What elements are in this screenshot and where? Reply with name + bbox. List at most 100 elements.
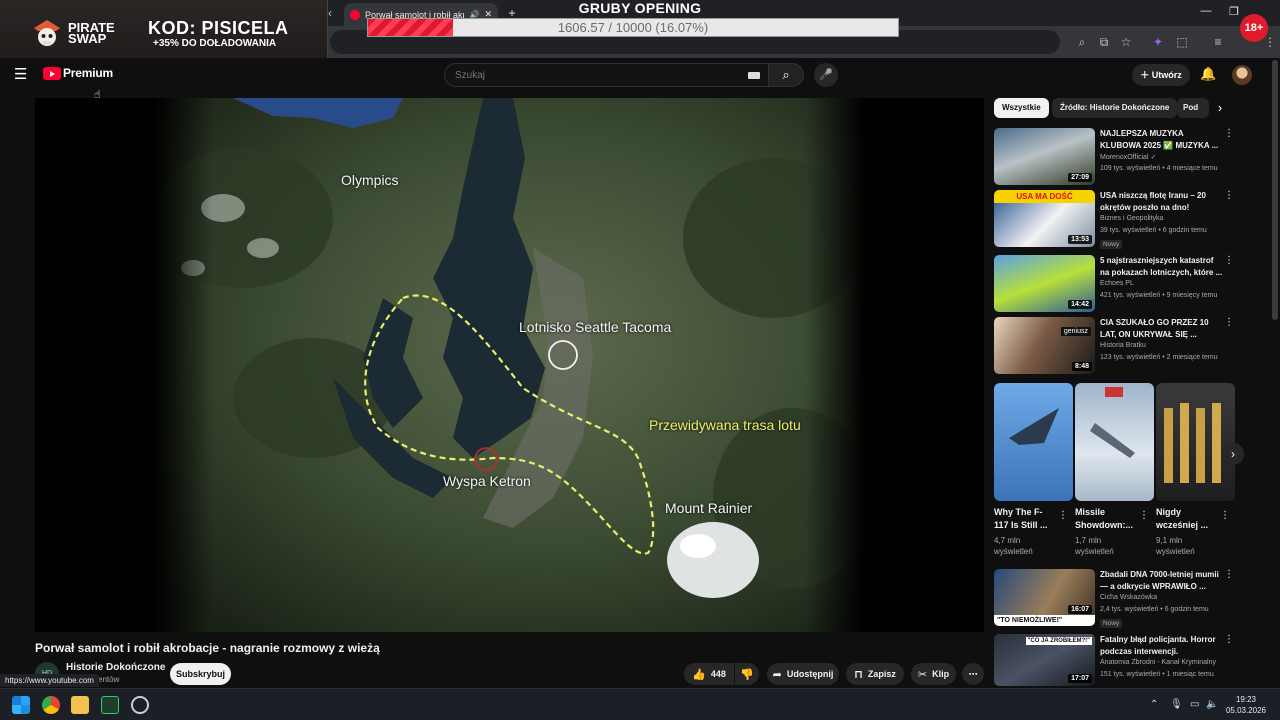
recommendation-channel[interactable]: Echoes PL bbox=[1100, 280, 1134, 287]
restore-icon[interactable]: ❐ bbox=[1226, 5, 1242, 18]
recommendation-channel[interactable]: Anatomia Zbrodni - Kanał Kryminalny bbox=[1100, 659, 1216, 666]
kebab-menu-icon[interactable]: ⋮ bbox=[1224, 317, 1234, 328]
recommendation-channel[interactable]: Cicha Wskazówka bbox=[1100, 594, 1157, 601]
subscribe-button[interactable]: Subskrybuj bbox=[170, 663, 231, 685]
zoom-icon[interactable]: ⌕ bbox=[1074, 34, 1090, 50]
cartridges-image bbox=[1164, 403, 1221, 483]
map-label-route: Przewidywana trasa lotu bbox=[649, 417, 801, 433]
windows-start-icon[interactable] bbox=[12, 696, 30, 714]
youtube-premium-label[interactable]: Premium bbox=[63, 66, 113, 80]
user-avatar[interactable] bbox=[1232, 65, 1252, 85]
like-button[interactable]: 👍 448 bbox=[684, 663, 734, 685]
recommendation-thumbnail[interactable]: 27:09 bbox=[994, 128, 1095, 185]
chevron-right-icon[interactable]: › bbox=[1212, 100, 1228, 116]
clip-button[interactable]: ✂ Klip bbox=[911, 663, 956, 685]
chrome-taskbar-icon[interactable] bbox=[42, 696, 60, 714]
channel-name[interactable]: Historie Dokończone bbox=[66, 662, 165, 673]
volume-tray-icon[interactable]: 🔈 bbox=[1206, 699, 1218, 710]
microphone-icon[interactable]: 🎤 bbox=[814, 63, 838, 87]
youtube-logo-icon[interactable] bbox=[43, 67, 61, 80]
create-button[interactable]: ＋ Utwórz bbox=[1132, 64, 1190, 86]
recommendation-thumbnail[interactable]: 14:42 bbox=[994, 255, 1095, 312]
short-title[interactable]: Nigdy wcześniej ... bbox=[1156, 506, 1218, 532]
recommendation-channel[interactable]: Historia Bratku bbox=[1100, 342, 1146, 349]
share-button[interactable]: ➦ Udostępnij bbox=[767, 663, 839, 685]
recommendation-title[interactable]: CIA SZUKAŁO GO PRZEZ 10 LAT, ON UKRYWAŁ … bbox=[1100, 317, 1224, 340]
save-button[interactable]: ⊓ Zapisz bbox=[846, 663, 904, 685]
recommendation-channel[interactable]: MorenoxOfficial ✓ bbox=[1100, 153, 1156, 161]
puzzle-icon[interactable]: ⬚ bbox=[1174, 34, 1190, 50]
kebab-menu-icon[interactable]: ⋮ bbox=[1058, 510, 1068, 521]
recommendation-meta: 421 tys. wyświetleń • 9 miesięcy temu bbox=[1100, 292, 1218, 299]
short-thumbnail[interactable] bbox=[1156, 383, 1235, 501]
recommendation-thumbnail[interactable]: USA MA DOŚĆ 13:53 bbox=[994, 190, 1095, 247]
taskbar-clock[interactable]: 19:23 05.03.2026 bbox=[1222, 694, 1270, 716]
stream-progress-text: 1606.57 / 10000 (16.07%) bbox=[557, 20, 709, 35]
minimize-icon[interactable]: — bbox=[1198, 5, 1214, 17]
video-duration: 17:07 bbox=[1068, 674, 1092, 683]
terminal-taskbar-icon[interactable] bbox=[101, 696, 119, 714]
video-player[interactable]: Olympics Lotnisko Seattle Tacoma Przewid… bbox=[35, 98, 984, 632]
search-input[interactable] bbox=[455, 64, 735, 86]
mic-tray-icon[interactable]: 🎙 bbox=[1170, 699, 1183, 710]
shorts-next-arrow-icon[interactable]: › bbox=[1222, 443, 1244, 465]
recommendation-title[interactable]: Fatalny błąd policjanta. Horror podczas … bbox=[1100, 634, 1224, 657]
notifications-bell-icon[interactable]: 🔔 bbox=[1200, 66, 1216, 82]
media-control-icon[interactable]: ≡ bbox=[1210, 34, 1226, 50]
keyboard-icon[interactable] bbox=[748, 72, 760, 79]
cast-icon[interactable]: ⧉ bbox=[1096, 34, 1112, 50]
bookmark-star-icon[interactable]: ☆ bbox=[1118, 34, 1134, 50]
recommendation-item[interactable]: geniusz 8:48 CIA SZUKAŁO GO PRZEZ 10 LAT… bbox=[994, 317, 1244, 375]
short-thumbnail[interactable] bbox=[994, 383, 1073, 501]
kebab-menu-icon[interactable]: ⋮ bbox=[1220, 510, 1230, 521]
map-label-island: Wyspa Ketron bbox=[443, 473, 531, 489]
page-scrollbar[interactable] bbox=[1272, 60, 1278, 320]
dislike-button[interactable]: 👎 bbox=[735, 663, 759, 685]
chip-all[interactable]: Wszystkie bbox=[994, 98, 1049, 118]
chip-related[interactable]: Pod bbox=[1177, 98, 1209, 118]
recommendation-item[interactable]: 14:42 5 najstraszniejszych katastrof na … bbox=[994, 255, 1244, 313]
video-title: Porwał samolot i robił akrobacje - nagra… bbox=[35, 641, 380, 655]
recommendation-thumbnail[interactable]: "CO JA ZROBIŁEM?!" 17:07 bbox=[994, 634, 1095, 686]
video-duration: 8:48 bbox=[1071, 362, 1092, 371]
recommendation-title[interactable]: NAJLEPSZA MUZYKA KLUBOWA 2025 ✅ MUZYKA .… bbox=[1100, 128, 1224, 151]
tray-chevron-icon[interactable]: ⌃ bbox=[1150, 699, 1158, 710]
search-button[interactable]: ⌕ bbox=[768, 63, 804, 87]
recommendation-thumbnail[interactable]: "TO NIEMOŻLIWE!" 16:07 bbox=[994, 569, 1095, 626]
recommendation-item[interactable]: USA MA DOŚĆ 13:53 USA niszczą flotę Iran… bbox=[994, 190, 1244, 249]
short-thumbnail[interactable] bbox=[1075, 383, 1154, 501]
clock-time: 19:23 bbox=[1235, 695, 1257, 704]
display-tray-icon[interactable]: ▭ bbox=[1190, 699, 1199, 710]
kebab-menu-icon[interactable]: ⋮ bbox=[1224, 569, 1234, 580]
short-title[interactable]: Missile Showdown:... bbox=[1075, 506, 1137, 532]
short-title[interactable]: Why The F-117 Is Still ... bbox=[994, 506, 1056, 532]
hamburger-menu-icon[interactable]: ☰ bbox=[14, 67, 30, 82]
kebab-menu-icon[interactable]: ⋮ bbox=[1139, 510, 1149, 521]
recommendation-meta: 2,4 tys. wyświetleń • 6 godzin temu bbox=[1100, 606, 1209, 613]
recommendation-channel[interactable]: Biznes i Geopolityka bbox=[1100, 215, 1163, 222]
thumbs-down-icon: 👎 bbox=[740, 668, 754, 681]
file-explorer-icon[interactable] bbox=[71, 696, 89, 714]
recommendation-title[interactable]: USA niszczą flotę Iranu – 20 okrętów pos… bbox=[1100, 190, 1224, 213]
chip-source[interactable]: Źródło: Historie Dokończone bbox=[1052, 98, 1178, 118]
recommendation-title[interactable]: 5 najstraszniejszych katastrof na pokaza… bbox=[1100, 255, 1224, 278]
obs-taskbar-icon[interactable] bbox=[131, 696, 149, 714]
short-views: 4,7 mln wyświetleń bbox=[994, 536, 1033, 556]
kebab-menu-icon[interactable]: ⋮ bbox=[1224, 634, 1234, 645]
bookmark-icon: ⊓ bbox=[854, 668, 863, 681]
video-duration: 14:42 bbox=[1068, 300, 1092, 309]
recommendation-item[interactable]: 27:09 NAJLEPSZA MUZYKA KLUBOWA 2025 ✅ MU… bbox=[994, 128, 1244, 186]
recommendation-meta: 123 tys. wyświetleń • 2 miesiące temu bbox=[1100, 354, 1218, 361]
kebab-menu-icon[interactable]: ⋮ bbox=[1224, 128, 1234, 139]
kebab-menu-icon[interactable]: ⋮ bbox=[1224, 190, 1234, 201]
extension-icon[interactable]: ✦ bbox=[1150, 34, 1166, 50]
more-actions-button[interactable]: ⋯ bbox=[962, 663, 984, 685]
search-box[interactable] bbox=[444, 63, 769, 87]
recommendation-title[interactable]: Zbadali DNA 7000-letniej mumii — a odkry… bbox=[1100, 569, 1224, 592]
recommendation-item[interactable]: "CO JA ZROBIŁEM?!" 17:07 Fatalny błąd po… bbox=[994, 634, 1244, 692]
kebab-menu-icon[interactable]: ⋮ bbox=[1224, 255, 1234, 266]
map-label-rainier: Mount Rainier bbox=[665, 500, 753, 516]
recommendation-item[interactable]: "TO NIEMOŻLIWE!" 16:07 Zbadali DNA 7000-… bbox=[994, 569, 1244, 628]
short-views: 1,7 mln wyświetleń bbox=[1075, 536, 1114, 556]
recommendation-thumbnail[interactable]: geniusz 8:48 bbox=[994, 317, 1095, 374]
